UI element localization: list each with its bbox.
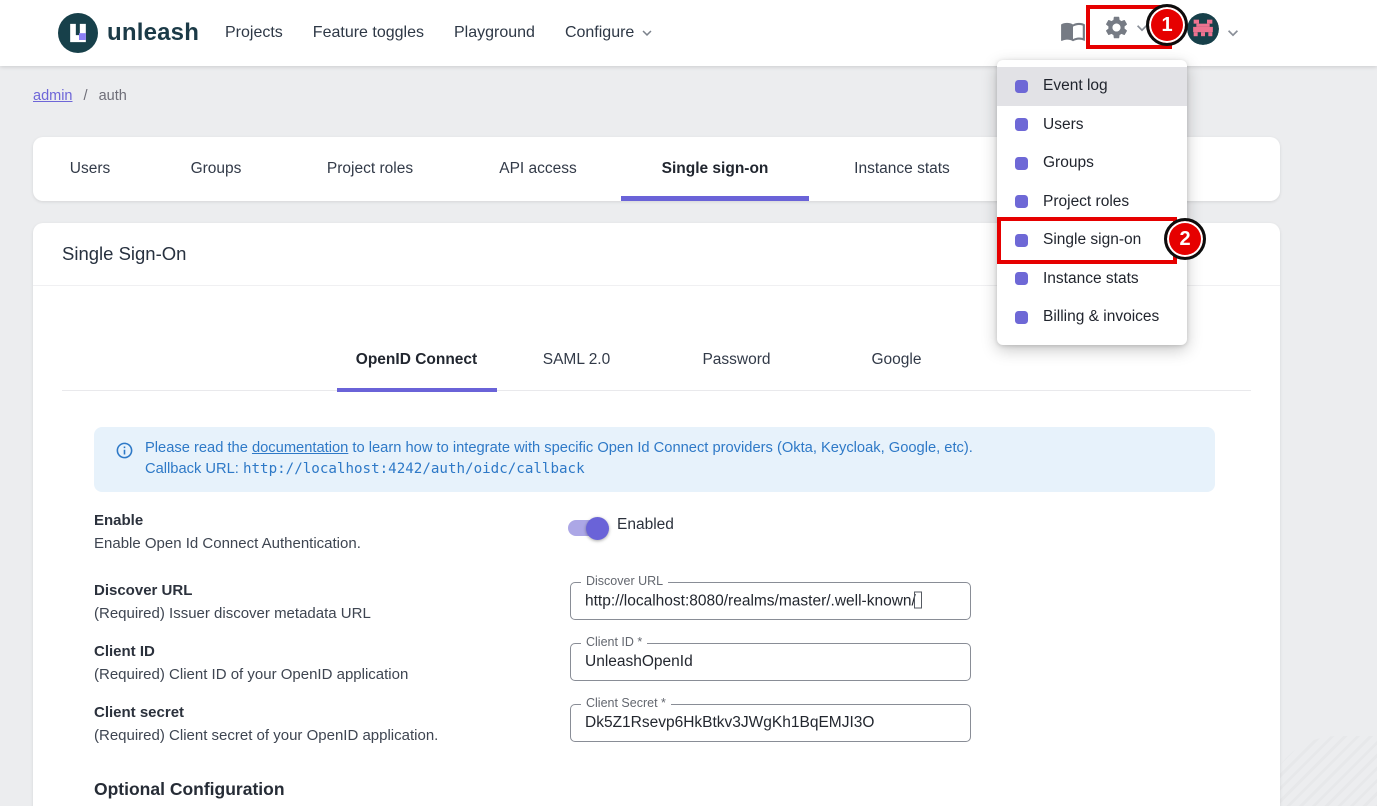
callback-url-label: Callback URL: — [145, 461, 243, 477]
documentation-link[interactable]: documentation — [252, 440, 348, 456]
background-texture — [1267, 736, 1377, 806]
info-alert: Please read the documentation to learn h… — [94, 427, 1215, 492]
annotation-badge-step2: 2 — [1164, 218, 1206, 260]
menu-item-event-log[interactable]: Event log — [997, 67, 1187, 106]
info-icon — [115, 441, 134, 460]
client-secret-input-label: Client Secret * — [581, 696, 671, 710]
user-avatar[interactable] — [1187, 13, 1219, 45]
annotation-badge-step1: 1 — [1146, 4, 1188, 46]
tab-openid-connect[interactable]: OpenID Connect — [337, 328, 497, 391]
tab-api-access[interactable]: API access — [455, 137, 621, 201]
tab-groups[interactable]: Groups — [147, 137, 285, 201]
nav-projects[interactable]: Projects — [225, 24, 283, 42]
menu-item-billing-invoices[interactable]: Billing & invoices — [997, 298, 1187, 337]
tab-users[interactable]: Users — [33, 137, 147, 201]
unleash-logo-icon — [58, 13, 98, 53]
discover-url-input-label: Discover URL — [581, 574, 668, 588]
tab-instance-stats[interactable]: Instance stats — [809, 137, 995, 201]
client-id-input-label: Client ID * — [581, 635, 647, 649]
text-cursor — [914, 592, 922, 609]
menu-bullet-icon — [1015, 195, 1028, 208]
discover-url-description: (Required) Issuer discover metadata URL — [94, 605, 371, 622]
client-id-label: Client ID — [94, 643, 155, 660]
nav-feature-toggles[interactable]: Feature toggles — [313, 24, 424, 42]
menu-bullet-icon — [1015, 311, 1028, 324]
enable-toggle[interactable] — [568, 520, 606, 536]
tab-password[interactable]: Password — [657, 328, 817, 391]
enable-toggle-thumb — [586, 517, 609, 540]
tab-saml[interactable]: SAML 2.0 — [497, 328, 657, 391]
page-title: Single Sign-On — [62, 243, 186, 265]
breadcrumb-current: auth — [99, 88, 127, 104]
info-alert-text: Please read the documentation to learn h… — [145, 438, 973, 479]
chevron-down-icon — [638, 24, 656, 42]
gear-icon — [1103, 14, 1130, 41]
discover-url-label: Discover URL — [94, 582, 192, 599]
menu-bullet-icon — [1015, 118, 1028, 131]
discover-url-input[interactable]: Discover URL http://localhost:8080/realm… — [570, 582, 971, 620]
client-secret-input[interactable]: Client Secret * Dk5Z1Rsevp6HkBtkv3JWgKh1… — [570, 704, 971, 742]
primary-nav: Projects Feature toggles Playground Conf… — [225, 0, 656, 66]
unleash-logo[interactable]: unleash — [58, 13, 199, 53]
menu-bullet-icon — [1015, 157, 1028, 170]
enable-toggle-state: Enabled — [617, 516, 674, 534]
menu-item-single-sign-on[interactable]: Single sign-on — [997, 221, 1187, 260]
tab-single-sign-on[interactable]: Single sign-on — [621, 137, 809, 201]
breadcrumb-admin-link[interactable]: admin — [33, 88, 73, 104]
tab-project-roles[interactable]: Project roles — [285, 137, 455, 201]
settings-dropdown-menu: Event log Users Groups Project roles Sin… — [997, 60, 1187, 345]
callback-url-value: http://localhost:4242/auth/oidc/callback — [243, 461, 585, 477]
profile-chevron-down-icon[interactable] — [1223, 23, 1243, 43]
tab-google[interactable]: Google — [817, 328, 977, 391]
client-secret-label: Client secret — [94, 704, 184, 721]
enable-description: Enable Open Id Connect Authentication. — [94, 535, 361, 552]
client-id-input-value: UnleashOpenId — [585, 653, 693, 671]
menu-bullet-icon — [1015, 272, 1028, 285]
brand-wordmark: unleash — [107, 19, 199, 47]
menu-item-project-roles[interactable]: Project roles — [997, 183, 1187, 222]
client-secret-description: (Required) Client secret of your OpenID … — [94, 727, 438, 744]
menu-bullet-icon — [1015, 80, 1028, 93]
menu-item-groups[interactable]: Groups — [997, 144, 1187, 183]
menu-bullet-icon — [1015, 234, 1028, 247]
menu-item-users[interactable]: Users — [997, 106, 1187, 145]
client-id-description: (Required) Client ID of your OpenID appl… — [94, 666, 408, 683]
menu-item-instance-stats[interactable]: Instance stats — [997, 260, 1187, 299]
nav-playground[interactable]: Playground — [454, 24, 535, 42]
discover-url-input-value: http://localhost:8080/realms/master/.wel… — [585, 592, 922, 611]
nav-configure[interactable]: Configure — [565, 24, 656, 42]
settings-menu-button[interactable] — [1103, 14, 1152, 41]
optional-configuration-heading: Optional Configuration — [94, 779, 285, 800]
breadcrumb: admin / auth — [33, 88, 127, 104]
enable-label: Enable — [94, 512, 143, 529]
breadcrumb-separator: / — [84, 88, 88, 104]
client-secret-input-value: Dk5Z1Rsevp6HkBtkv3JWgKh1BqEMJI3O — [585, 714, 874, 732]
client-id-input[interactable]: Client ID * UnleashOpenId — [570, 643, 971, 681]
documentation-book-icon[interactable] — [1060, 18, 1086, 44]
